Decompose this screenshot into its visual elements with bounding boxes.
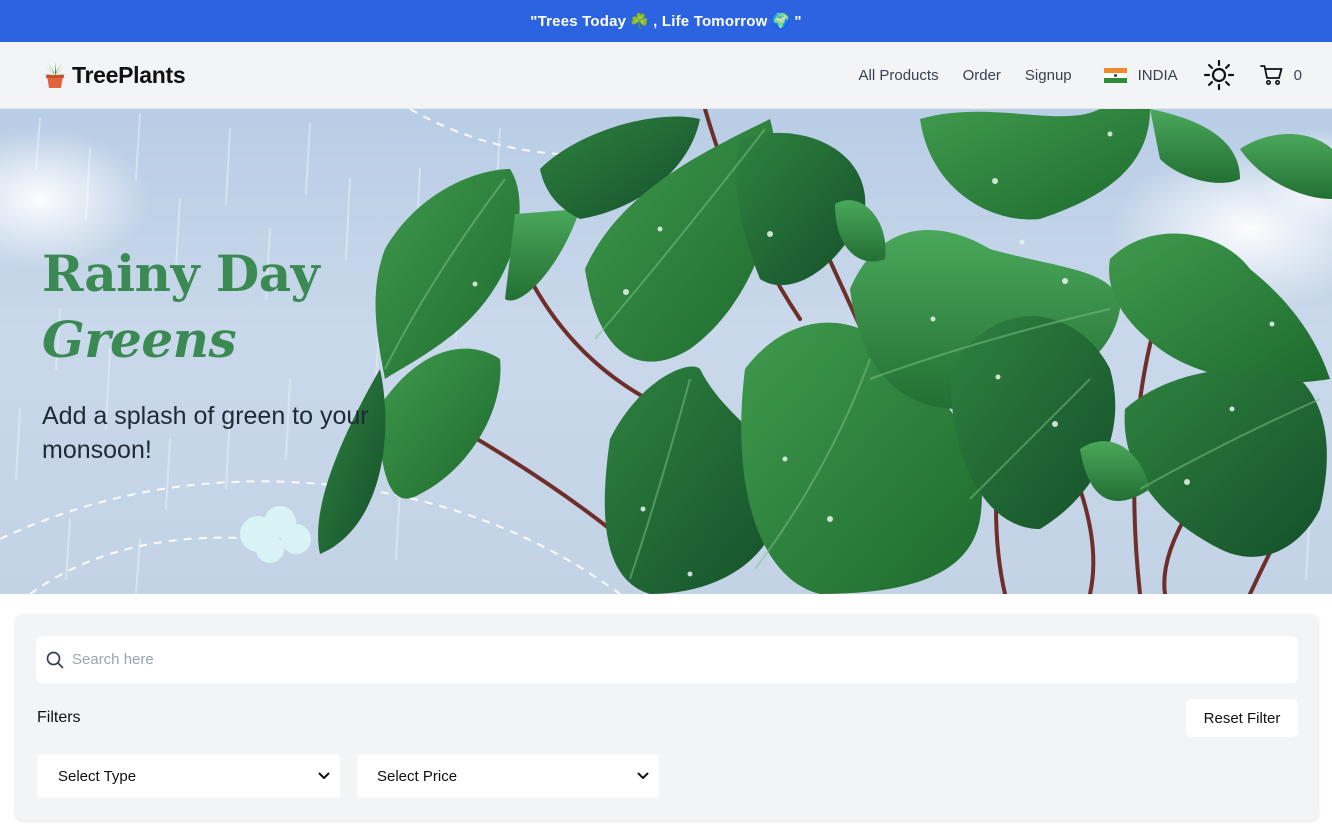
search-icon	[46, 651, 64, 668]
shamrock-icon: ☘️	[630, 13, 650, 30]
brand-name: TreePlants	[72, 61, 186, 88]
chevron-down-icon	[318, 772, 330, 779]
announcement-text-3: "	[794, 12, 802, 30]
nav-order[interactable]: Order	[963, 67, 1001, 84]
announcement-bar: "Trees Today ☘️ , Life Tomorrow 🌍 "	[0, 0, 1332, 42]
plant-logo-icon	[42, 61, 68, 89]
country-selector[interactable]: INDIA	[1103, 66, 1178, 84]
hero-title-line2: Greens	[42, 310, 237, 369]
nav-all-products[interactable]: All Products	[859, 67, 939, 84]
type-select-value: Select Type	[58, 767, 137, 785]
sun-icon	[1203, 59, 1234, 91]
india-flag-icon	[1103, 67, 1127, 83]
type-select[interactable]: Select Type	[37, 754, 340, 798]
chevron-down-icon	[637, 772, 649, 779]
search-input[interactable]	[72, 651, 1298, 668]
filter-panel: Filters Reset Filter Select Type Select …	[16, 615, 1318, 820]
hero-subtitle: Add a splash of green to your monsoon!	[42, 402, 369, 464]
cart-count: 0	[1293, 66, 1302, 84]
theme-toggle-button[interactable]	[1202, 58, 1236, 92]
filters-heading: Filters	[37, 709, 81, 726]
price-select[interactable]: Select Price	[357, 754, 659, 798]
nav-signup[interactable]: Signup	[1025, 67, 1072, 84]
site-header: TreePlants All Products Order Signup IND…	[0, 42, 1332, 109]
hero-copy: Rainy Day Greens Add a splash of green t…	[42, 241, 372, 467]
main-nav: All Products Order Signup	[859, 67, 1072, 84]
country-label: INDIA	[1137, 66, 1178, 84]
cart-icon	[1259, 65, 1283, 85]
price-select-value: Select Price	[377, 767, 458, 785]
cart-button[interactable]: 0	[1259, 64, 1302, 86]
announcement-text-1: "Trees Today	[530, 12, 627, 30]
search-bar[interactable]	[36, 636, 1298, 683]
hero-title-line1: Rainy Day	[42, 244, 320, 303]
hero-banner[interactable]: Rainy Day Greens Add a splash of green t…	[0, 109, 1332, 594]
reset-filter-button[interactable]: Reset Filter	[1186, 699, 1298, 737]
brand-logo[interactable]: TreePlants	[42, 61, 186, 89]
globe-icon: 🌍	[771, 13, 791, 30]
cartoon-cloud-bottom	[240, 506, 311, 563]
announcement-text-2: , Life Tomorrow	[653, 12, 768, 30]
